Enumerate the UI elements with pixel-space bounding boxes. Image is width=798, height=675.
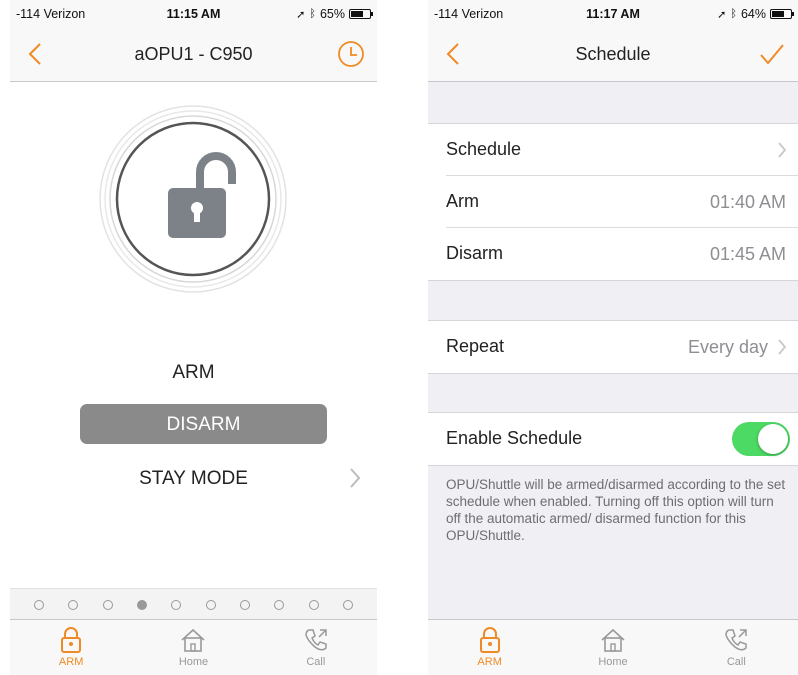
arm-option[interactable]: ARM	[10, 362, 377, 384]
checkmark-icon[interactable]	[756, 38, 788, 70]
chevron-right-icon[interactable]	[347, 466, 363, 490]
navigation-bar: Schedule	[428, 26, 798, 82]
clock-icon[interactable]	[335, 38, 367, 70]
battery-percent: 64%	[740, 7, 766, 21]
location-icon: ➚	[296, 8, 306, 21]
disarm-time-value: 01:45 AM	[709, 244, 786, 264]
page-dot[interactable]	[34, 599, 45, 610]
page-dot[interactable]	[274, 599, 285, 610]
tab-bar: ARM Home Call	[428, 619, 798, 675]
tab-label: ARM	[58, 656, 84, 668]
home-icon	[601, 628, 625, 652]
home-icon	[181, 628, 206, 652]
row-label: Disarm	[446, 243, 503, 263]
lock-icon	[479, 627, 500, 653]
phone-call-icon	[305, 629, 327, 651]
unlock-status-icon[interactable]	[98, 104, 288, 294]
repeat-group: Repeat Every day	[428, 320, 798, 374]
tab-label: Home	[598, 656, 628, 668]
page-indicator[interactable]	[10, 588, 377, 620]
stay-mode-option[interactable]: STAY MODE	[10, 468, 377, 490]
repeat-value: Every day	[687, 337, 768, 357]
bluetooth-icon: ᛒ	[730, 8, 737, 20]
tab-home[interactable]: Home	[573, 620, 653, 675]
page-dot[interactable]	[102, 599, 113, 610]
tab-label: Home	[178, 656, 209, 668]
arm-time-row[interactable]: Arm 01:40 AM	[446, 176, 798, 228]
navigation-bar: aOPU1 - C950	[10, 26, 377, 82]
tab-call[interactable]: Call	[276, 620, 356, 675]
tab-label: ARM	[477, 656, 502, 668]
enable-schedule-row: Enable Schedule	[446, 413, 798, 465]
chevron-right-icon	[778, 142, 787, 158]
alarm-control-screen: -114 Verizon 11:15 AM ➚ ᛒ 65% aOPU1 - C9…	[10, 0, 377, 675]
schedule-row[interactable]: Schedule	[446, 124, 798, 176]
lock-icon	[61, 627, 82, 653]
schedule-screen: -114 Verizon 11:17 AM ➚ ᛒ 64% Schedule S…	[428, 0, 798, 675]
tab-arm[interactable]: ARM	[31, 620, 111, 675]
enable-group: Enable Schedule	[428, 412, 798, 466]
battery-icon	[770, 9, 794, 19]
arm-time-value: 01:40 AM	[709, 192, 786, 212]
tab-bar: ARM Home Call	[10, 619, 377, 675]
page-dot[interactable]	[205, 599, 216, 610]
row-label: Enable Schedule	[446, 428, 583, 448]
page-title: aOPU1 - C950	[134, 44, 253, 64]
enable-schedule-toggle[interactable]	[732, 422, 790, 456]
page-dot[interactable]	[137, 599, 148, 610]
tab-home[interactable]: Home	[153, 620, 233, 675]
row-label: Repeat	[446, 336, 505, 356]
disarm-time-row[interactable]: Disarm 01:45 AM	[446, 228, 798, 280]
chevron-right-icon	[778, 339, 787, 355]
location-icon: ➚	[717, 8, 727, 21]
row-label: Arm	[446, 191, 479, 211]
phone-call-icon	[725, 629, 748, 651]
schedule-footnote: OPU/Shuttle will be armed/disarmed accor…	[446, 477, 786, 543]
page-dot[interactable]	[171, 599, 182, 610]
row-label: Schedule	[446, 139, 522, 159]
page-title: Schedule	[575, 44, 651, 64]
page-dot[interactable]	[342, 599, 353, 610]
page-dot[interactable]	[239, 599, 250, 610]
disarm-option[interactable]: DISARM	[80, 404, 327, 444]
status-bar: -114 Verizon 11:17 AM ➚ ᛒ 64%	[428, 0, 798, 26]
page-dot[interactable]	[308, 599, 319, 610]
bluetooth-icon: ᛒ	[309, 8, 316, 20]
battery-icon	[349, 9, 373, 19]
tab-label: Call	[726, 656, 746, 668]
tab-label: Call	[306, 656, 326, 668]
repeat-row[interactable]: Repeat Every day	[446, 321, 798, 373]
status-bar: -114 Verizon 11:15 AM ➚ ᛒ 65%	[10, 0, 377, 26]
tab-call[interactable]: Call	[696, 620, 776, 675]
schedule-group: Schedule Arm 01:40 AM Disarm 01:45 AM	[428, 123, 798, 281]
tab-arm[interactable]: ARM	[450, 620, 530, 675]
page-dot[interactable]	[68, 599, 79, 610]
battery-percent: 65%	[319, 7, 345, 21]
